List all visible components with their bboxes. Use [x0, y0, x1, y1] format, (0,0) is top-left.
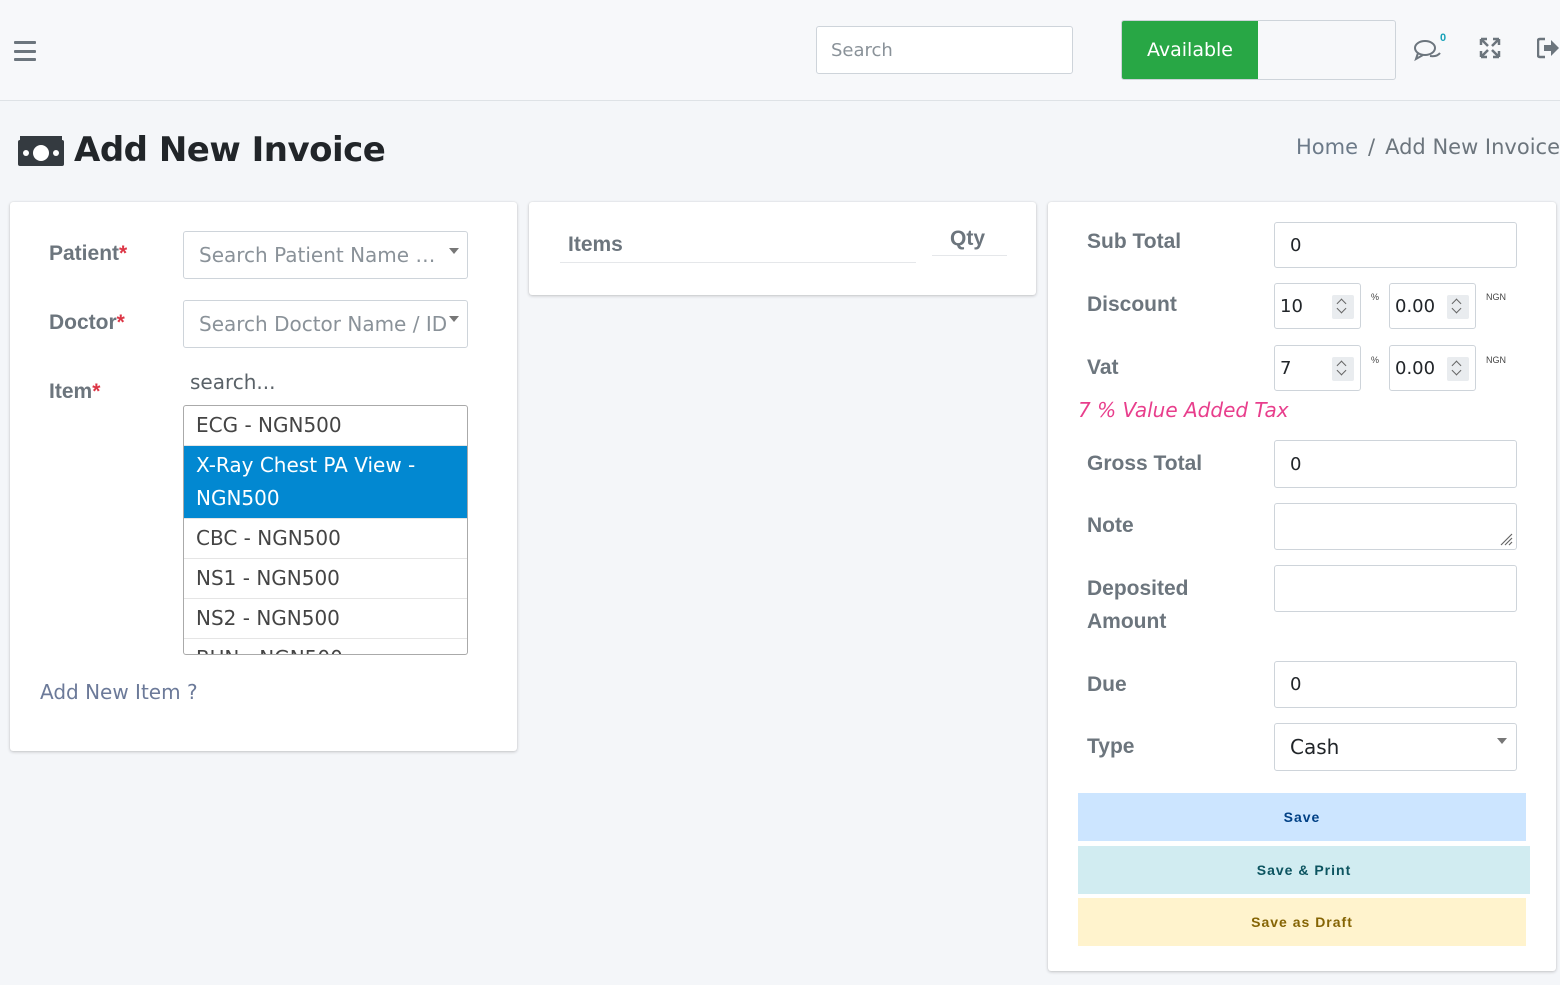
due-label: Due	[1087, 673, 1127, 696]
deposited-amount-label: Deposited Amount	[1087, 577, 1189, 633]
item-option[interactable]: BUN - NGN500	[184, 639, 467, 655]
logout-icon[interactable]	[1537, 37, 1560, 59]
note-textarea[interactable]	[1274, 503, 1517, 550]
chevron-down-icon	[1497, 738, 1507, 744]
top-navbar: Available 0	[0, 0, 1560, 101]
item-option[interactable]: ECG - NGN500	[184, 406, 467, 446]
spinner-icon[interactable]	[1332, 357, 1354, 381]
item-option[interactable]: CBC - NGN500	[184, 519, 467, 559]
item-search-input[interactable]: search...	[190, 370, 276, 394]
currency-unit: NGN	[1486, 292, 1506, 302]
currency-unit: NGN	[1486, 355, 1506, 365]
qty-column-header: Qty	[950, 227, 986, 250]
gross-total-field[interactable]: 0	[1274, 440, 1517, 488]
page-title: Add New Invoice	[74, 130, 386, 170]
save-button[interactable]: Save	[1078, 793, 1526, 841]
deposited-amount-field[interactable]	[1274, 565, 1517, 612]
percent-unit: %	[1371, 355, 1380, 365]
discount-amount-input[interactable]: 0.00	[1389, 283, 1476, 329]
item-option-selected[interactable]: X-Ray Chest PA View - NGN500	[184, 446, 467, 519]
item-option[interactable]: NS2 - NGN500	[184, 599, 467, 639]
breadcrumb: Home / Add New Invoice	[1296, 135, 1560, 159]
item-option[interactable]: NS1 - NGN500	[184, 559, 467, 599]
search-input[interactable]	[816, 26, 1073, 74]
type-label: Type	[1087, 735, 1135, 758]
doctor-label: Doctor*	[49, 311, 125, 334]
save-draft-button[interactable]: Save as Draft	[1078, 898, 1526, 946]
breadcrumb-current: Add New Invoice	[1385, 135, 1560, 159]
breadcrumb-home-link[interactable]: Home	[1296, 135, 1358, 159]
item-dropdown-list[interactable]: ECG - NGN500 X-Ray Chest PA View - NGN500…	[183, 405, 468, 655]
patient-select[interactable]: Search Patient Name …	[183, 231, 468, 279]
sub-total-label: Sub Total	[1087, 230, 1182, 253]
chevron-down-icon	[449, 316, 459, 322]
chevron-down-icon	[449, 248, 459, 254]
chat-icon[interactable]	[1413, 36, 1443, 66]
status-toggle[interactable]: Available	[1121, 20, 1396, 80]
vat-percent-input[interactable]: 7	[1274, 345, 1361, 391]
spinner-icon[interactable]	[1447, 295, 1469, 319]
gross-total-label: Gross Total	[1087, 452, 1203, 475]
discount-label: Discount	[1087, 293, 1177, 316]
vat-amount-input[interactable]: 0.00	[1389, 345, 1476, 391]
payment-type-select[interactable]: Cash	[1274, 723, 1517, 771]
save-print-button[interactable]: Save & Print	[1078, 846, 1530, 894]
note-label: Note	[1087, 514, 1134, 537]
percent-unit: %	[1371, 292, 1380, 302]
messages-count-badge: 0	[1440, 32, 1447, 44]
column-divider	[932, 255, 1007, 256]
available-status-button[interactable]: Available	[1122, 21, 1258, 79]
spinner-icon[interactable]	[1447, 357, 1469, 381]
money-bill-icon	[18, 136, 64, 166]
discount-percent-input[interactable]: 10	[1274, 283, 1361, 329]
due-field[interactable]: 0	[1274, 661, 1517, 708]
spinner-icon[interactable]	[1332, 295, 1354, 319]
menu-icon[interactable]	[14, 41, 36, 61]
resize-handle-icon[interactable]	[1499, 532, 1513, 546]
items-column-header: Items	[568, 233, 623, 256]
sub-total-field[interactable]: 0	[1274, 222, 1517, 268]
fullscreen-icon[interactable]	[1478, 36, 1502, 60]
breadcrumb-separator: /	[1368, 135, 1376, 159]
item-label: Item*	[49, 380, 101, 403]
doctor-select[interactable]: Search Doctor Name / ID	[183, 300, 468, 348]
column-divider	[560, 262, 916, 263]
vat-label: Vat	[1087, 356, 1119, 379]
patient-label: Patient*	[49, 242, 128, 265]
vat-note: 7 % Value Added Tax	[1078, 398, 1289, 422]
add-new-item-link[interactable]: Add New Item ?	[40, 680, 198, 704]
